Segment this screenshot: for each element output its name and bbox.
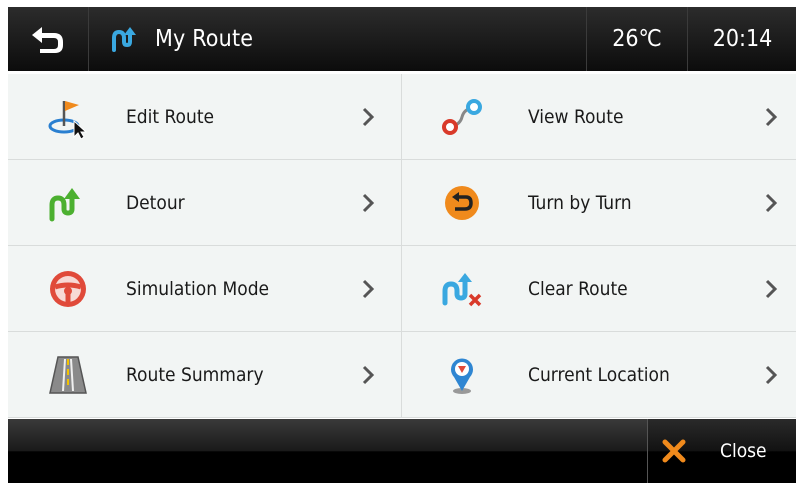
top-bar: My Route 26℃ 20:14 bbox=[8, 7, 796, 71]
chevron-right-icon bbox=[362, 107, 375, 127]
edit-route-flag-icon bbox=[48, 101, 88, 139]
menu-item-label: Detour bbox=[126, 191, 185, 214]
page-title: My Route bbox=[155, 26, 254, 52]
menu-item-current-location[interactable]: Current Location bbox=[402, 332, 796, 418]
close-icon bbox=[662, 439, 686, 463]
menu-item-label: Clear Route bbox=[528, 277, 628, 300]
view-route-icon bbox=[442, 99, 482, 135]
turn-by-turn-icon bbox=[445, 186, 479, 220]
menu-item-clear-route[interactable]: Clear Route bbox=[402, 246, 796, 332]
menu-item-label: Route Summary bbox=[126, 363, 264, 386]
back-arrow-icon bbox=[32, 27, 63, 53]
menu-item-edit-route[interactable]: Edit Route bbox=[8, 74, 402, 160]
detour-icon bbox=[49, 188, 80, 222]
chevron-right-icon bbox=[765, 107, 778, 127]
location-pin-icon bbox=[451, 358, 473, 394]
menu-item-label: Edit Route bbox=[126, 105, 215, 128]
menu-item-route-summary[interactable]: Route Summary bbox=[8, 332, 402, 418]
close-button[interactable]: Close bbox=[647, 419, 796, 483]
bottom-bar: Close bbox=[8, 419, 796, 483]
temperature-readout: 26℃ bbox=[586, 7, 687, 71]
close-label: Close bbox=[720, 440, 767, 462]
menu-item-view-route[interactable]: View Route bbox=[402, 74, 796, 160]
chevron-right-icon bbox=[362, 193, 375, 213]
steering-wheel-icon bbox=[50, 271, 86, 307]
road-icon bbox=[49, 356, 87, 394]
menu-item-turn-by-turn[interactable]: Turn by Turn bbox=[402, 160, 796, 246]
menu-item-simulation-mode[interactable]: Simulation Mode bbox=[8, 246, 402, 332]
menu-item-detour[interactable]: Detour bbox=[8, 160, 402, 246]
menu-item-label: Current Location bbox=[528, 363, 670, 386]
title-area: My Route bbox=[89, 7, 584, 71]
chevron-right-icon bbox=[362, 279, 375, 299]
menu-item-label: View Route bbox=[528, 105, 624, 128]
clear-route-icon bbox=[442, 273, 482, 307]
menu-item-label: Turn by Turn bbox=[528, 191, 632, 214]
menu-item-label: Simulation Mode bbox=[126, 277, 270, 300]
route-icon bbox=[112, 27, 136, 52]
route-menu: Edit Route View Route Detour Turn by Tur… bbox=[8, 74, 796, 418]
chevron-right-icon bbox=[765, 365, 778, 385]
chevron-right-icon bbox=[362, 365, 375, 385]
chevron-right-icon bbox=[765, 279, 778, 299]
chevron-right-icon bbox=[765, 193, 778, 213]
back-button[interactable] bbox=[8, 7, 89, 71]
clock-readout: 20:14 bbox=[687, 7, 796, 71]
